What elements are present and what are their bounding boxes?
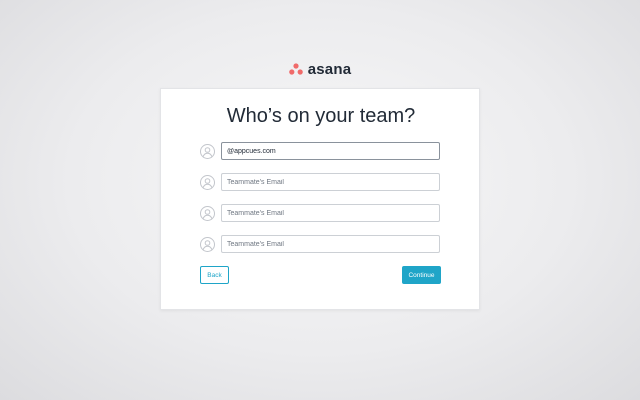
continue-button[interactable]: Continue <box>402 266 441 284</box>
person-icon <box>200 206 215 221</box>
teammate-email-input-4[interactable] <box>221 235 440 253</box>
invite-row <box>200 142 441 162</box>
teammate-email-input-2[interactable] <box>221 173 440 191</box>
asana-logo: asana <box>0 58 640 80</box>
person-icon <box>200 237 215 252</box>
asana-logo-icon <box>288 63 303 75</box>
back-button[interactable]: Back <box>200 266 229 284</box>
invite-team-card: Who’s on your team? @appcues.com Teammat… <box>160 88 480 310</box>
invite-row <box>200 173 441 193</box>
person-icon <box>200 144 215 159</box>
teammate-email-input-3[interactable] <box>221 204 440 222</box>
invite-row <box>200 235 441 255</box>
invite-row <box>200 204 441 224</box>
brand-name: asana <box>307 60 352 78</box>
page-title: Who’s on your team? <box>226 105 416 127</box>
teammate-email-input-1[interactable] <box>221 142 440 160</box>
person-icon <box>200 175 215 190</box>
